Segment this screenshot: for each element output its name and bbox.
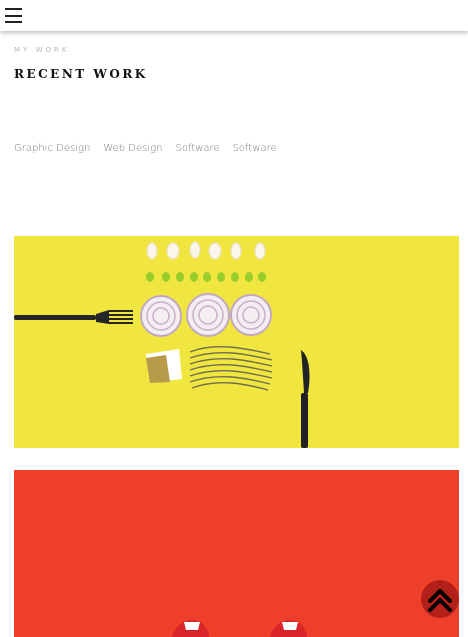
filter-software-2[interactable]: Software	[233, 143, 277, 154]
spice-packet	[146, 349, 182, 383]
filter-software[interactable]: Software	[175, 143, 219, 154]
section-subtitle: MY WORK	[14, 46, 70, 54]
food-flatlay-image	[14, 236, 459, 448]
filter-graphic-design[interactable]: Graphic Design	[14, 143, 90, 154]
section-title: RECENT WORK	[14, 67, 148, 81]
red-shoes-image	[14, 470, 459, 637]
hamburger-menu-icon[interactable]	[5, 8, 22, 23]
onion-slices	[140, 293, 272, 337]
portfolio-filters: Graphic Design Web Design Software Softw…	[14, 143, 277, 154]
top-bar	[0, 0, 468, 31]
chevron-up-icon	[428, 589, 452, 612]
portfolio-item-2[interactable]	[14, 470, 459, 637]
filter-web-design[interactable]: Web Design	[103, 143, 162, 154]
chili-pieces	[146, 272, 266, 282]
portfolio-item-1[interactable]	[14, 236, 459, 448]
back-to-top-button[interactable]	[421, 580, 459, 618]
